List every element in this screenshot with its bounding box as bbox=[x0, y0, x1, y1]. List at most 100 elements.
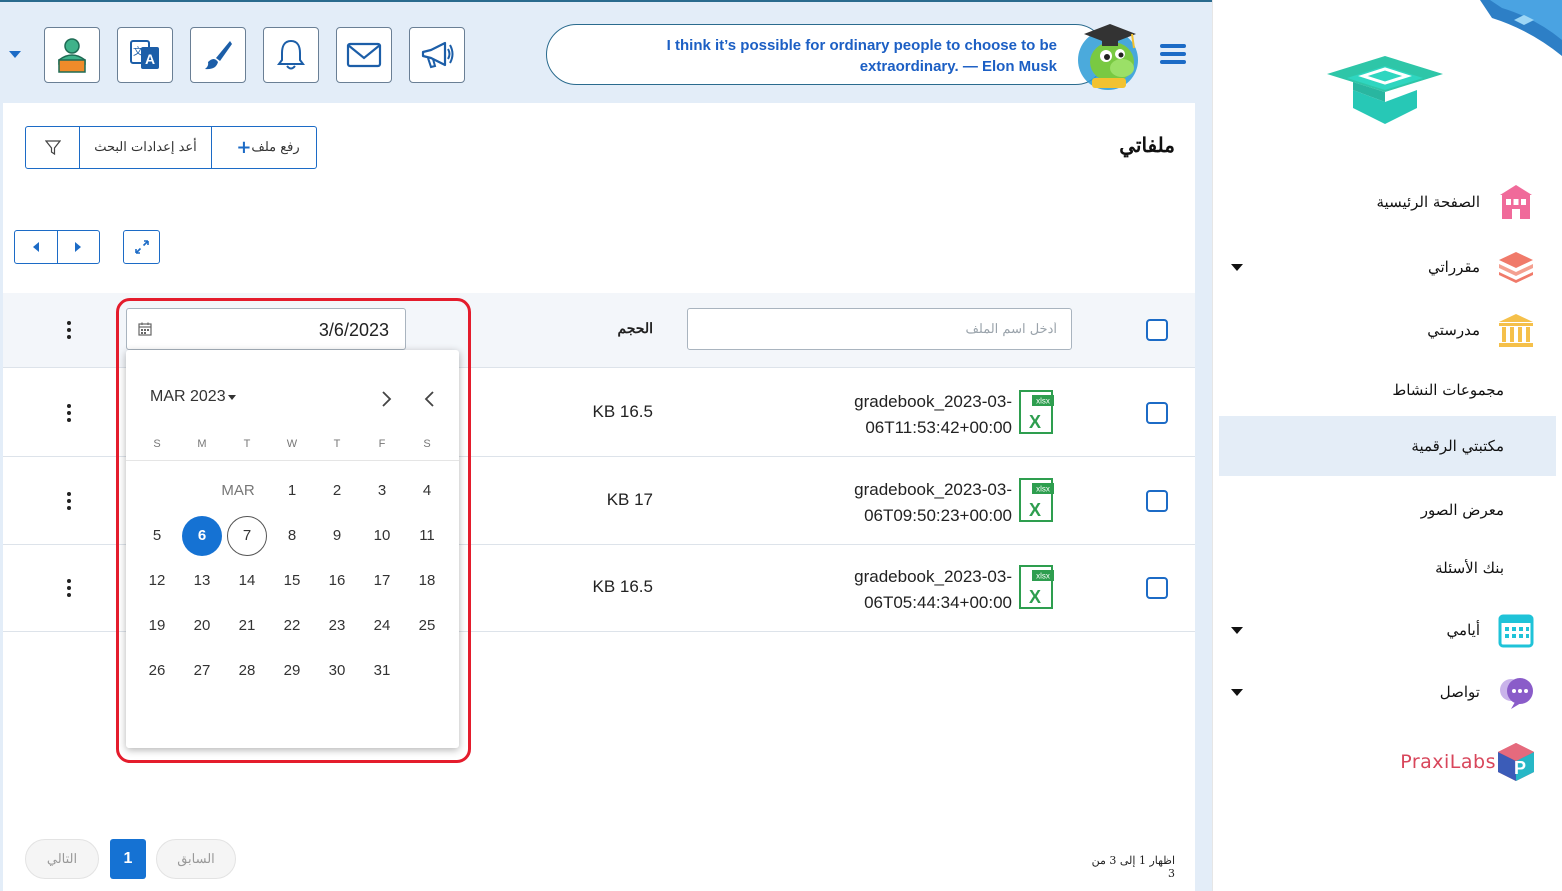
translate-button[interactable]: A 文 bbox=[117, 27, 173, 83]
row-options-kebab-icon[interactable] bbox=[64, 577, 74, 599]
picker-divider bbox=[126, 460, 459, 461]
upload-file-button[interactable]: رفع ملف + bbox=[211, 127, 316, 168]
filter-icon bbox=[44, 139, 61, 155]
expand-view-button[interactable] bbox=[123, 230, 160, 264]
sidebar-item-digital-library[interactable]: مكتبتي الرقمية bbox=[1219, 416, 1556, 476]
calendar-day[interactable]: 8 bbox=[272, 516, 312, 556]
sidebar-item-communication[interactable]: تواصل bbox=[1219, 662, 1556, 722]
sidebar-item-my-days[interactable]: أيامي bbox=[1219, 600, 1556, 660]
calendar-day[interactable]: 15 bbox=[272, 561, 312, 601]
size-column-header: الحجم bbox=[617, 321, 653, 337]
weekday-label: T bbox=[243, 438, 251, 450]
calendar-day[interactable]: 19 bbox=[137, 606, 177, 646]
theme-brush-button[interactable] bbox=[190, 27, 246, 83]
pagination-previous-button[interactable]: السابق bbox=[156, 839, 236, 879]
calendar-day[interactable]: 27 bbox=[182, 651, 222, 691]
caret-right-icon bbox=[75, 242, 82, 252]
month-label: MAR bbox=[221, 482, 255, 499]
profile-icon bbox=[58, 38, 86, 73]
menu-toggle-button[interactable] bbox=[1160, 44, 1186, 66]
messages-button[interactable] bbox=[336, 27, 392, 83]
dropdown-caret-icon bbox=[227, 394, 236, 400]
file-name-link[interactable]: gradebook_2023-03- 06T09:50:23+00:00 bbox=[812, 477, 1012, 529]
excel-file-icon: xlsx X bbox=[1019, 478, 1054, 522]
calendar-day[interactable]: 12 bbox=[137, 561, 177, 601]
weekday-label: T bbox=[333, 438, 341, 450]
calendar-day[interactable]: 14 bbox=[227, 561, 267, 601]
calendar-day[interactable]: 16 bbox=[317, 561, 357, 601]
weekday-label: S bbox=[423, 438, 431, 450]
svg-text:xlsx: xlsx bbox=[1036, 485, 1050, 494]
calendar-day[interactable]: 5 bbox=[137, 516, 177, 556]
my-days-dropdown-caret-icon[interactable] bbox=[1231, 627, 1243, 634]
select-all-checkbox[interactable] bbox=[1146, 319, 1168, 341]
communication-dropdown-caret-icon[interactable] bbox=[1231, 689, 1243, 696]
row-checkbox[interactable] bbox=[1146, 577, 1168, 599]
calendar-day[interactable]: 28 bbox=[227, 651, 267, 691]
calendar-day[interactable]: 31 bbox=[362, 651, 402, 691]
sidebar-item-activity-groups[interactable]: مجموعات النشاط bbox=[1219, 360, 1556, 420]
calendar-day[interactable]: 26 bbox=[137, 651, 177, 691]
sidebar-item-my-school[interactable]: مدرستي bbox=[1219, 300, 1556, 360]
calendar-day[interactable]: 22 bbox=[272, 606, 312, 646]
calendar-day[interactable]: 13 bbox=[182, 561, 222, 601]
pagination-current-page[interactable]: 1 bbox=[110, 839, 146, 879]
header-options-kebab-icon[interactable] bbox=[64, 319, 74, 341]
files-toolbar: أعد إعدادات البحث رفع ملف + bbox=[25, 126, 317, 169]
calendar-day[interactable]: 24 bbox=[362, 606, 402, 646]
calendar-day[interactable]: 1 bbox=[272, 471, 312, 511]
calendar-day[interactable]: 7 bbox=[227, 516, 267, 556]
row-checkbox[interactable] bbox=[1146, 402, 1168, 424]
calendar-day[interactable]: 9 bbox=[317, 516, 357, 556]
row-options-kebab-icon[interactable] bbox=[64, 490, 74, 512]
calendar-day[interactable]: 18 bbox=[407, 561, 447, 601]
pagination-next-button[interactable]: التالي bbox=[25, 839, 99, 879]
courses-dropdown-caret-icon[interactable] bbox=[1231, 264, 1243, 271]
brush-icon bbox=[205, 41, 232, 70]
praxilabs-link[interactable]: PraxiLabs P bbox=[1219, 732, 1556, 792]
svg-text:X: X bbox=[1029, 500, 1041, 520]
scroll-right-button[interactable] bbox=[56, 231, 100, 263]
reset-search-button[interactable]: أعد إعدادات البحث bbox=[79, 127, 211, 168]
sidebar-item-courses[interactable]: مقرراتي bbox=[1219, 237, 1556, 297]
calendar-day[interactable]: 3 bbox=[362, 471, 402, 511]
notifications-button[interactable] bbox=[263, 27, 319, 83]
announcements-button[interactable] bbox=[409, 27, 465, 83]
showing-count-text: اظهار 1 إلى 3 من 3 bbox=[1091, 854, 1175, 880]
sidebar-item-home[interactable]: الصفحة الرئيسية bbox=[1219, 172, 1556, 232]
filter-button[interactable] bbox=[26, 127, 79, 168]
calendar-day[interactable]: 6 bbox=[182, 516, 222, 556]
calendar-day[interactable]: 20 bbox=[182, 606, 222, 646]
file-name-link[interactable]: gradebook_2023-03- 06T11:53:42+00:00 bbox=[812, 389, 1012, 441]
books-stack-icon bbox=[1496, 247, 1536, 287]
previous-month-chevron-icon[interactable] bbox=[419, 388, 441, 410]
date-filter-input[interactable]: 3/6/2023 bbox=[126, 308, 406, 350]
calendar-day[interactable]: 23 bbox=[317, 606, 357, 646]
calendar-day[interactable]: 25 bbox=[407, 606, 447, 646]
sidebar-item-question-bank[interactable]: بنك الأسئلة bbox=[1219, 538, 1556, 598]
calendar-day[interactable]: 2 bbox=[317, 471, 357, 511]
calendar-day[interactable]: 29 bbox=[272, 651, 312, 691]
month-year-selector[interactable]: MAR 2023 bbox=[150, 388, 236, 406]
scroll-left-button[interactable] bbox=[15, 231, 57, 263]
calendar-day[interactable]: 17 bbox=[362, 561, 402, 601]
weekday-label: M bbox=[197, 438, 207, 450]
row-options-kebab-icon[interactable] bbox=[64, 402, 74, 424]
row-checkbox[interactable] bbox=[1146, 490, 1168, 512]
profile-button[interactable] bbox=[44, 27, 100, 83]
calendar-day[interactable]: 4 bbox=[407, 471, 447, 511]
calendar-day[interactable]: 10 bbox=[362, 516, 402, 556]
account-dropdown-caret-icon[interactable] bbox=[9, 51, 21, 58]
weekday-label: W bbox=[286, 438, 298, 450]
calendar-day[interactable]: 21 bbox=[227, 606, 267, 646]
content-gutter bbox=[1195, 103, 1212, 891]
quote-text: I think it’s possible for ordinary peopl… bbox=[666, 37, 1057, 75]
calendar-day[interactable]: 30 bbox=[317, 651, 357, 691]
next-month-chevron-icon[interactable] bbox=[375, 388, 397, 410]
file-name-link[interactable]: gradebook_2023-03- 06T05:44:34+00:00 bbox=[812, 564, 1012, 616]
file-name-filter-input[interactable] bbox=[687, 308, 1072, 350]
file-size: KB 16.5 bbox=[592, 577, 654, 596]
plus-icon: + bbox=[236, 137, 252, 158]
sidebar-item-photo-gallery[interactable]: معرض الصور bbox=[1219, 480, 1556, 540]
calendar-day[interactable]: 11 bbox=[407, 516, 447, 556]
